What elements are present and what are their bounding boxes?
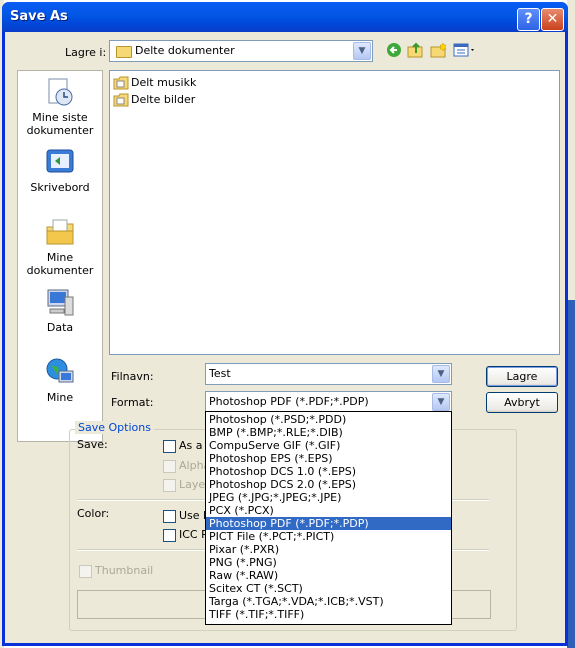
alpha-channels-checkbox[interactable] <box>163 460 176 473</box>
place-label: Mine siste dokumenter <box>26 111 94 137</box>
format-option[interactable]: Photoshop EPS (*.EPS) <box>206 452 451 465</box>
place-label: Data <box>46 321 74 334</box>
format-option[interactable]: PCX (*.PCX) <box>206 504 451 517</box>
file-list[interactable]: Delt musikk Delte bilder <box>109 70 560 355</box>
save-as-dialog: Save As ? ✕ Lagre i: Delte dokumenter ▼ <box>2 2 568 646</box>
lookin-label: Lagre i: <box>65 46 107 59</box>
folder-icon <box>116 46 132 58</box>
filename-input[interactable]: Test ▼ <box>205 363 452 385</box>
place-my-computer[interactable]: Data <box>18 287 102 334</box>
format-dropdown[interactable]: Photoshop PDF (*.PDF;*.PDP) ▼ <box>205 391 452 413</box>
back-icon[interactable] <box>385 42 403 60</box>
format-dropdown-list[interactable]: Photoshop (*.PSD;*.PDD) BMP (*.BMP;*.RLE;… <box>205 411 452 625</box>
file-name: Delt musikk <box>131 76 197 89</box>
thumbnail-label: Thumbnail <box>95 564 154 577</box>
format-option[interactable]: Raw (*.RAW) <box>206 569 451 582</box>
view-menu-icon[interactable] <box>453 42 477 60</box>
place-label: Mine dokumenter <box>26 251 94 277</box>
shared-pictures-folder-icon <box>113 93 129 107</box>
save-options-title: Save Options <box>75 421 154 434</box>
format-option[interactable]: PNG (*.PNG) <box>206 556 451 569</box>
format-option[interactable]: TIFF (*.TIF;*.TIFF) <box>206 608 451 621</box>
format-option[interactable]: Photoshop DCS 1.0 (*.EPS) <box>206 465 451 478</box>
file-name: Delte bilder <box>131 93 196 106</box>
network-globe-icon <box>45 357 75 387</box>
lookin-value: Delte dokumenter <box>135 44 235 57</box>
save-label: Save: <box>77 438 108 451</box>
format-option[interactable]: PICT File (*.PCT;*.PICT) <box>206 530 451 543</box>
format-option[interactable]: Photoshop DCS 2.0 (*.EPS) <box>206 478 451 491</box>
place-my-documents[interactable]: Mine dokumenter <box>18 217 102 277</box>
shared-music-folder-icon <box>113 76 129 90</box>
chevron-down-icon[interactable]: ▼ <box>353 42 371 60</box>
recent-documents-icon <box>45 77 75 107</box>
filename-label: Filnavn: <box>111 370 154 383</box>
cancel-button[interactable]: Avbryt <box>486 392 558 413</box>
icc-profile-checkbox[interactable] <box>163 529 176 542</box>
window-title: Save As <box>10 9 68 24</box>
dialog-body: Lagre i: Delte dokumenter ▼ Mine siste d… <box>5 32 565 643</box>
use-proof-setup-checkbox[interactable] <box>163 510 176 523</box>
new-folder-icon[interactable] <box>430 42 448 60</box>
place-recent-documents[interactable]: Mine siste dokumenter <box>18 77 102 137</box>
format-label: Format: <box>111 396 154 409</box>
filename-value: Test <box>209 367 231 380</box>
place-label: Mine <box>46 391 74 404</box>
thumbnail-checkbox[interactable] <box>79 565 92 578</box>
desktop-icon <box>45 147 75 177</box>
computer-icon <box>45 287 75 317</box>
up-folder-icon[interactable] <box>407 42 425 60</box>
layers-checkbox[interactable] <box>163 479 176 492</box>
format-option[interactable]: Photoshop PDF (*.PDF;*.PDP) <box>206 517 451 530</box>
format-option[interactable]: Targa (*.TGA;*.VDA;*.ICB;*.VST) <box>206 595 451 608</box>
format-value: Photoshop PDF (*.PDF;*.PDP) <box>209 395 369 408</box>
save-button[interactable]: Lagre <box>486 366 558 387</box>
place-desktop[interactable]: Skrivebord <box>18 147 102 194</box>
my-documents-icon <box>45 217 75 247</box>
icc-profile-label: ICC P <box>179 528 208 541</box>
format-option[interactable]: BMP (*.BMP;*.RLE;*.DIB) <box>206 426 451 439</box>
color-label: Color: <box>77 507 110 520</box>
as-a-copy-checkbox[interactable] <box>163 440 176 453</box>
place-network[interactable]: Mine <box>18 357 102 404</box>
places-bar: Mine siste dokumenter Skrivebord Mine do… <box>17 70 103 442</box>
format-option[interactable]: Photoshop (*.PSD;*.PDD) <box>206 413 451 426</box>
lookin-dropdown[interactable]: Delte dokumenter ▼ <box>109 40 373 62</box>
help-button[interactable]: ? <box>517 8 540 31</box>
place-label: Skrivebord <box>30 181 90 194</box>
format-option[interactable]: CompuServe GIF (*.GIF) <box>206 439 451 452</box>
title-bar[interactable]: Save As ? ✕ <box>2 2 568 32</box>
format-option[interactable]: Pixar (*.PXR) <box>206 543 451 556</box>
background-window-edge-right <box>567 0 575 648</box>
format-option[interactable]: Scitex CT (*.SCT) <box>206 582 451 595</box>
chevron-down-icon[interactable]: ▼ <box>432 365 450 383</box>
chevron-down-icon[interactable]: ▼ <box>432 393 450 411</box>
close-button[interactable]: ✕ <box>541 8 564 31</box>
format-option[interactable]: JPEG (*.JPG;*.JPEG;*.JPE) <box>206 491 451 504</box>
